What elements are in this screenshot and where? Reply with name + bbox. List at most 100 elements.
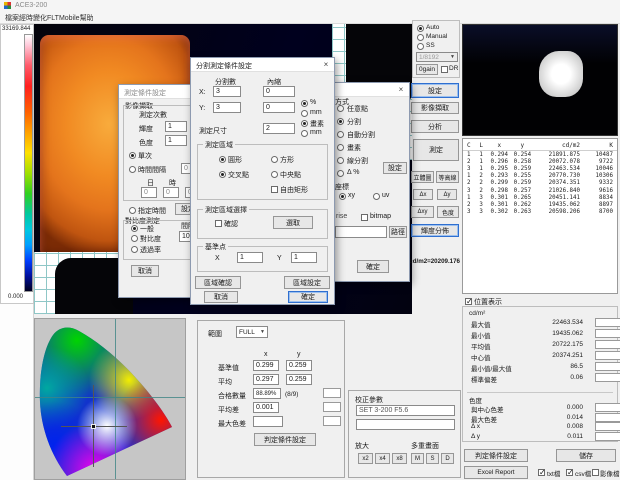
multi-screen-button[interactable]: S [426, 453, 439, 464]
radio-inset-mm[interactable] [301, 110, 308, 117]
condition-cancel-button[interactable]: 取消 [131, 265, 159, 277]
ref-x-input[interactable]: 0.299 [253, 360, 279, 371]
cie-diagram-panel[interactable] [34, 318, 186, 480]
table-row[interactable]: 1 1 0.294 0.254 21891.875 10487 [463, 151, 617, 158]
results-table[interactable]: CLxycd/m2K 1 1 0.294 0.254 21891.875 104… [462, 138, 618, 294]
table-row[interactable]: 3 2 0.298 0.257 21026.840 9616 [463, 187, 617, 194]
table-row[interactable]: 3 3 0.302 0.263 20598.206 8700 [463, 209, 617, 216]
radio-auto[interactable] [417, 25, 424, 32]
chroma-count-input[interactable]: 1 [165, 135, 187, 146]
lum-count-input[interactable]: 1 [165, 121, 187, 132]
dr-checkbox[interactable] [441, 66, 448, 73]
calibration-preset2-input[interactable] [356, 419, 455, 430]
zoom-button[interactable]: x8 [392, 453, 407, 464]
preview-image[interactable] [462, 24, 618, 136]
table-row[interactable]: 2 2 0.299 0.259 20374.351 9332 [463, 180, 617, 187]
menu-item[interactable]: 經時變化 [19, 15, 47, 22]
lum-dist-button[interactable]: 輝度分佈 [411, 224, 459, 237]
colorbar-gradient[interactable] [24, 34, 33, 292]
pick-button[interactable]: 選取 [273, 216, 313, 229]
position-display-checkbox[interactable] [465, 298, 472, 305]
multi-screen-button[interactable]: D [441, 453, 454, 464]
freerect-checkbox[interactable] [271, 186, 278, 193]
settings-button[interactable]: 設定 [411, 83, 459, 98]
x-div-input[interactable]: 3 [213, 86, 241, 97]
zoom-button[interactable]: x2 [358, 453, 373, 464]
menu-item[interactable]: FLT [47, 15, 59, 22]
image-file-checkbox[interactable] [592, 469, 599, 476]
table-row[interactable]: 2 3 0.301 0.262 19435.062 8897 [463, 201, 617, 208]
y-div-input[interactable]: 3 [213, 102, 241, 113]
size-input[interactable]: 2 [263, 123, 295, 134]
base-x-input[interactable]: 1 [237, 252, 263, 263]
radio-contrast[interactable] [131, 235, 138, 242]
multi-screen-button[interactable]: M [411, 453, 424, 464]
split-ok-button[interactable]: 確定 [288, 291, 328, 303]
radio-pixel[interactable] [337, 144, 344, 151]
excel-report-button[interactable]: Excel Report [464, 466, 528, 479]
judge-condition-button[interactable]: 判定條件設定 [254, 433, 316, 446]
save-button[interactable]: 儲存 [556, 449, 616, 462]
chroma-button[interactable]: 色度 [437, 206, 459, 218]
calibration-preset-input[interactable]: SET 3-200 F5.6 [356, 405, 455, 416]
radio-xy[interactable] [339, 193, 346, 200]
measure-button[interactable]: 測定 [413, 139, 459, 161]
close-icon[interactable]: × [320, 59, 332, 70]
radio-normal[interactable] [131, 225, 138, 232]
table-row[interactable]: 2 1 0.296 0.258 20072.078 9722 [463, 158, 617, 165]
radio-transmit[interactable] [131, 246, 138, 253]
confirm-checkbox[interactable] [215, 220, 222, 227]
menu-item[interactable]: 檔案 [5, 15, 19, 22]
path-input[interactable] [335, 226, 387, 238]
close-icon[interactable]: × [395, 84, 407, 95]
contour-button[interactable]: 等高線 [436, 171, 459, 183]
zero-gain-button[interactable]: 0gain [416, 64, 438, 75]
view3d-button[interactable]: 立體圖 [411, 171, 434, 183]
table-row[interactable]: 1 2 0.293 0.255 20770.730 10306 [463, 173, 617, 180]
csv-file-checkbox[interactable] [566, 469, 573, 476]
menu-item[interactable]: Mobile [59, 15, 80, 22]
radio-size-mm[interactable] [301, 130, 308, 137]
radio-uv[interactable] [373, 193, 380, 200]
radio-single[interactable] [129, 152, 136, 159]
day-input[interactable]: 0 [141, 187, 157, 198]
area-confirm-button[interactable]: 區域確認 [195, 276, 241, 289]
base-y-input[interactable]: 1 [291, 252, 317, 263]
table-row[interactable]: 1 3 0.301 0.265 20451.141 8834 [463, 194, 617, 201]
zoom-button[interactable]: x4 [375, 453, 390, 464]
method-ok-button[interactable]: 確定 [357, 260, 389, 273]
radio-line-split[interactable] [337, 157, 344, 164]
radio-specified-time[interactable] [129, 207, 136, 214]
radio-manual[interactable] [417, 34, 424, 41]
radio-split[interactable] [337, 118, 344, 125]
method-settings-button[interactable]: 設定 [383, 162, 407, 174]
shutter-dropdown[interactable]: 1/8192▼ [416, 52, 458, 62]
radio-auto-split[interactable] [337, 131, 344, 138]
radio-center-point[interactable] [271, 171, 278, 178]
analyze-button[interactable]: 分析 [411, 120, 459, 133]
radio-size-pixel[interactable] [301, 120, 308, 127]
x-inset-input[interactable]: 0 [263, 86, 295, 97]
bitmap-checkbox[interactable] [361, 214, 368, 221]
radio-ss[interactable] [417, 43, 424, 50]
capture-button[interactable]: 影像擷取 [411, 102, 459, 114]
judge-condition-button[interactable]: 判定條件設定 [464, 449, 528, 462]
delta-xy-button[interactable]: Δxy [411, 206, 434, 218]
cie-marker-point[interactable] [91, 424, 96, 429]
table-row[interactable]: 3 1 0.295 0.259 22463.534 10046 [463, 165, 617, 172]
area-set-button[interactable]: 區域設定 [284, 276, 330, 289]
delta-x-button[interactable]: Δx [413, 189, 433, 200]
radio-cross-point[interactable] [219, 171, 226, 178]
path-button[interactable]: 路徑 [389, 226, 407, 238]
ref-y-input[interactable]: 0.259 [286, 360, 312, 371]
range-dropdown[interactable]: FULL▼ [236, 326, 268, 338]
radio-delta-pct[interactable] [337, 170, 344, 177]
menu-item[interactable]: 幫助 [80, 15, 94, 22]
y-inset-input[interactable]: 0 [263, 102, 295, 113]
radio-interval[interactable] [129, 166, 136, 173]
split-cancel-button[interactable]: 取消 [204, 291, 238, 303]
txt-file-checkbox[interactable] [538, 469, 545, 476]
radio-circle[interactable] [219, 156, 226, 163]
radio-arbitrary-point[interactable] [337, 105, 344, 112]
radio-square[interactable] [271, 156, 278, 163]
